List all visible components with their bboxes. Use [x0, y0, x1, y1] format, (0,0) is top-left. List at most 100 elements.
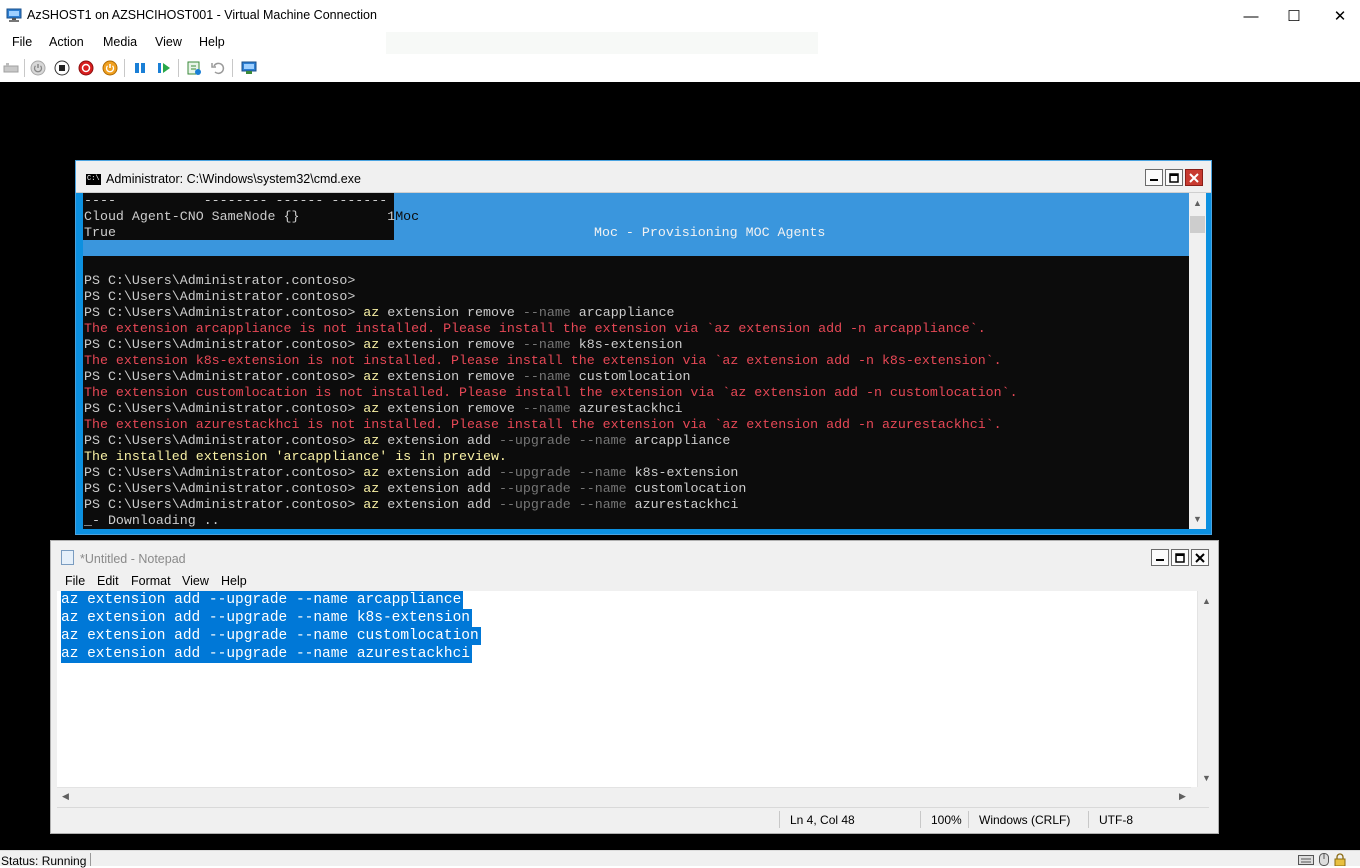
notepad-menu-help[interactable]: Help [221, 574, 247, 588]
console-prompt-line: PS C:\Users\Administrator.contoso> az ex… [84, 337, 683, 352]
notepad-window[interactable]: *Untitled - Notepad File Edit Format Vie… [50, 540, 1219, 834]
console-error-line: The extension k8s-extension is not insta… [84, 353, 1002, 368]
vm-display[interactable]: C:\ Administrator: C:\Windows\system32\c… [0, 82, 1360, 850]
console-prompt-line: PS C:\Users\Administrator.contoso> az ex… [84, 305, 675, 320]
line-ending: Windows (CRLF) [968, 811, 1070, 828]
menu-help[interactable]: Help [199, 35, 225, 49]
console-prompt-line: PS C:\Users\Administrator.contoso> az ex… [84, 465, 739, 480]
console-prompt-line: PS C:\Users\Administrator.contoso> az ex… [84, 497, 739, 512]
close-icon [1189, 172, 1199, 183]
cmd-close-button[interactable] [1185, 169, 1203, 186]
console-warning-line: The installed extension 'arcappliance' i… [84, 449, 507, 464]
notepad-line: az extension add --upgrade --name custom… [61, 627, 481, 645]
menu-action[interactable]: Action [49, 35, 84, 49]
scroll-down-icon[interactable]: ▼ [1189, 511, 1206, 527]
scroll-left-icon[interactable]: ◀ [57, 788, 74, 804]
close-icon: ✕ [1333, 8, 1347, 25]
notepad-app-icon [61, 550, 74, 565]
toolbar-separator [124, 59, 125, 77]
menu-bar-blank-area [386, 32, 818, 54]
maximize-icon [1175, 552, 1185, 563]
status-bar: Status: Running [0, 850, 1360, 868]
scroll-up-icon[interactable]: ▲ [1198, 593, 1215, 609]
ctrl-alt-del-icon[interactable] [3, 60, 19, 76]
scroll-down-icon[interactable]: ▼ [1198, 770, 1215, 786]
menu-view[interactable]: View [155, 35, 182, 49]
cmd-title: Administrator: C:\Windows\system32\cmd.e… [106, 172, 361, 186]
notepad-menu-file[interactable]: File [65, 574, 85, 588]
maximize-button[interactable]: ☐ [1271, 2, 1317, 30]
encoding: UTF-8 [1088, 811, 1133, 828]
turn-off-icon[interactable] [54, 60, 70, 76]
revert-icon[interactable] [210, 60, 226, 76]
minimize-icon: — [1243, 7, 1259, 25]
cmd-app-icon: C:\ [86, 174, 101, 185]
power-icon[interactable] [102, 60, 118, 76]
checkpoint-icon[interactable] [186, 60, 202, 76]
notepad-status-bar: Ln 4, Col 48 100% Windows (CRLF) UTF-8 [57, 807, 1209, 829]
pause-icon[interactable] [132, 60, 148, 76]
progress-row: Cloud Agent-CNO SameNode {} 1Moc [84, 209, 420, 224]
console-output[interactable]: ---- -------- ------ ------- Cloud Agent… [83, 193, 1189, 529]
notepad-menu-view[interactable]: View [182, 574, 209, 588]
cmd-minimize-button[interactable] [1145, 169, 1163, 186]
zoom-level: 100% [920, 811, 962, 828]
status-separator [90, 853, 91, 866]
maximize-icon: ☐ [1287, 8, 1301, 25]
notepad-horizontal-scrollbar[interactable]: ◀ ▶ [57, 787, 1191, 804]
console-prompt-line: PS C:\Users\Administrator.contoso> az ex… [84, 433, 731, 448]
close-button[interactable]: ✕ [1317, 2, 1360, 30]
toolbar [0, 55, 1360, 82]
vm-connection-icon [6, 8, 22, 22]
notepad-menu-edit[interactable]: Edit [97, 574, 119, 588]
console-prompt-line: PS C:\Users\Administrator.contoso> az ex… [84, 401, 683, 416]
progress-activity: Moc - Provisioning MOC Agents [594, 225, 826, 240]
scroll-up-icon[interactable]: ▲ [1189, 195, 1206, 211]
console-prompt-line: PS C:\Users\Administrator.contoso> [84, 289, 356, 304]
console-error-line: The extension azurestackhci is not insta… [84, 417, 1002, 432]
scroll-right-icon[interactable]: ▶ [1174, 788, 1191, 804]
window-title: AzSHOST1 on AZSHCIHOST001 - Virtual Mach… [27, 8, 377, 22]
notepad-line: az extension add --upgrade --name k8s-ex… [61, 609, 472, 627]
mouse-icon [1319, 853, 1329, 866]
scrollbar-thumb[interactable] [1190, 216, 1205, 233]
cmd-titlebar: C:\ Administrator: C:\Windows\system32\c… [76, 161, 1211, 193]
lock-icon [1334, 853, 1346, 866]
cmd-window[interactable]: C:\ Administrator: C:\Windows\system32\c… [75, 160, 1212, 535]
console-prompt-line: PS C:\Users\Administrator.contoso> az ex… [84, 369, 691, 384]
start-icon[interactable] [30, 60, 46, 76]
notepad-minimize-button[interactable] [1151, 549, 1169, 566]
minimize-button[interactable]: — [1228, 2, 1274, 30]
console-progress-line: _- Downloading .. [84, 513, 220, 528]
menu-file[interactable]: File [12, 35, 32, 49]
notepad-vertical-scrollbar[interactable]: ▲ ▼ [1197, 591, 1214, 787]
maximize-icon [1169, 172, 1179, 183]
notepad-menu-format[interactable]: Format [131, 574, 171, 588]
toolbar-separator [24, 59, 25, 77]
enhanced-session-icon[interactable] [241, 60, 257, 76]
cmd-maximize-button[interactable] [1165, 169, 1183, 186]
shut-down-icon[interactable] [78, 60, 94, 76]
progress-header: ---- -------- ------ ------- [84, 193, 388, 208]
progress-true: True [84, 225, 116, 240]
notepad-line: az extension add --upgrade --name azures… [61, 645, 472, 663]
window-titlebar: AzSHOST1 on AZSHCIHOST001 - Virtual Mach… [0, 0, 1360, 31]
toolbar-separator [178, 59, 179, 77]
notepad-text-area[interactable]: az extension add --upgrade --name arcapp… [57, 591, 1197, 787]
console-prompt-line: PS C:\Users\Administrator.contoso> [84, 273, 356, 288]
menu-bar: File Action Media View Help [0, 31, 1360, 55]
close-icon [1195, 552, 1205, 563]
notepad-line: az extension add --upgrade --name arcapp… [61, 591, 464, 609]
keyboard-icon [1298, 855, 1314, 865]
console-error-line: The extension arcappliance is not instal… [84, 321, 986, 336]
minimize-icon [1156, 558, 1164, 561]
console-prompt-line: PS C:\Users\Administrator.contoso> az ex… [84, 481, 747, 496]
resume-icon[interactable] [156, 60, 172, 76]
console-error-line: The extension customlocation is not inst… [84, 385, 1018, 400]
notepad-close-button[interactable] [1191, 549, 1209, 566]
minimize-icon [1150, 178, 1158, 181]
menu-media[interactable]: Media [103, 35, 137, 49]
notepad-maximize-button[interactable] [1171, 549, 1189, 566]
cursor-position: Ln 4, Col 48 [779, 811, 855, 828]
cmd-vertical-scrollbar[interactable]: ▲ ▼ [1189, 193, 1206, 529]
